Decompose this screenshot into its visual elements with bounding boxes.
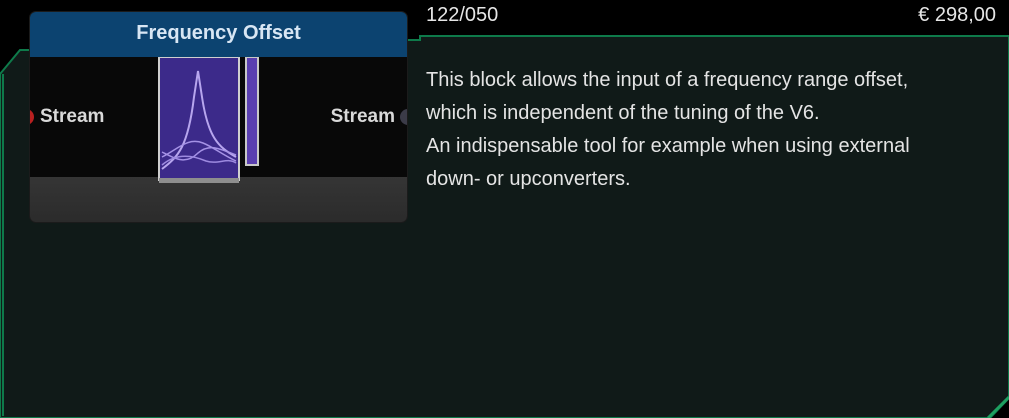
input-port-label: Stream xyxy=(40,106,105,127)
block-node-card[interactable]: Frequency Offset Stream Stream xyxy=(30,12,407,222)
output-port-label: Stream xyxy=(330,106,395,127)
description-line: which is independent of the tuning of th… xyxy=(426,102,820,124)
product-price: € 298,00 xyxy=(918,4,996,26)
description-line: An indispensable tool for example when u… xyxy=(426,135,910,157)
description-line: This block allows the input of a frequen… xyxy=(426,69,909,91)
product-header: 122/050 € 298,00 xyxy=(426,0,996,30)
description-line: down- or upconverters. xyxy=(426,168,631,190)
product-code: 122/050 xyxy=(426,4,499,26)
product-page: { "header": { "code": "122/050", "price"… xyxy=(0,0,1009,418)
spectrum-preview-icon xyxy=(158,57,259,183)
product-description: This block allows the input of a frequen… xyxy=(426,64,1004,196)
node-title: Frequency Offset xyxy=(30,12,407,57)
